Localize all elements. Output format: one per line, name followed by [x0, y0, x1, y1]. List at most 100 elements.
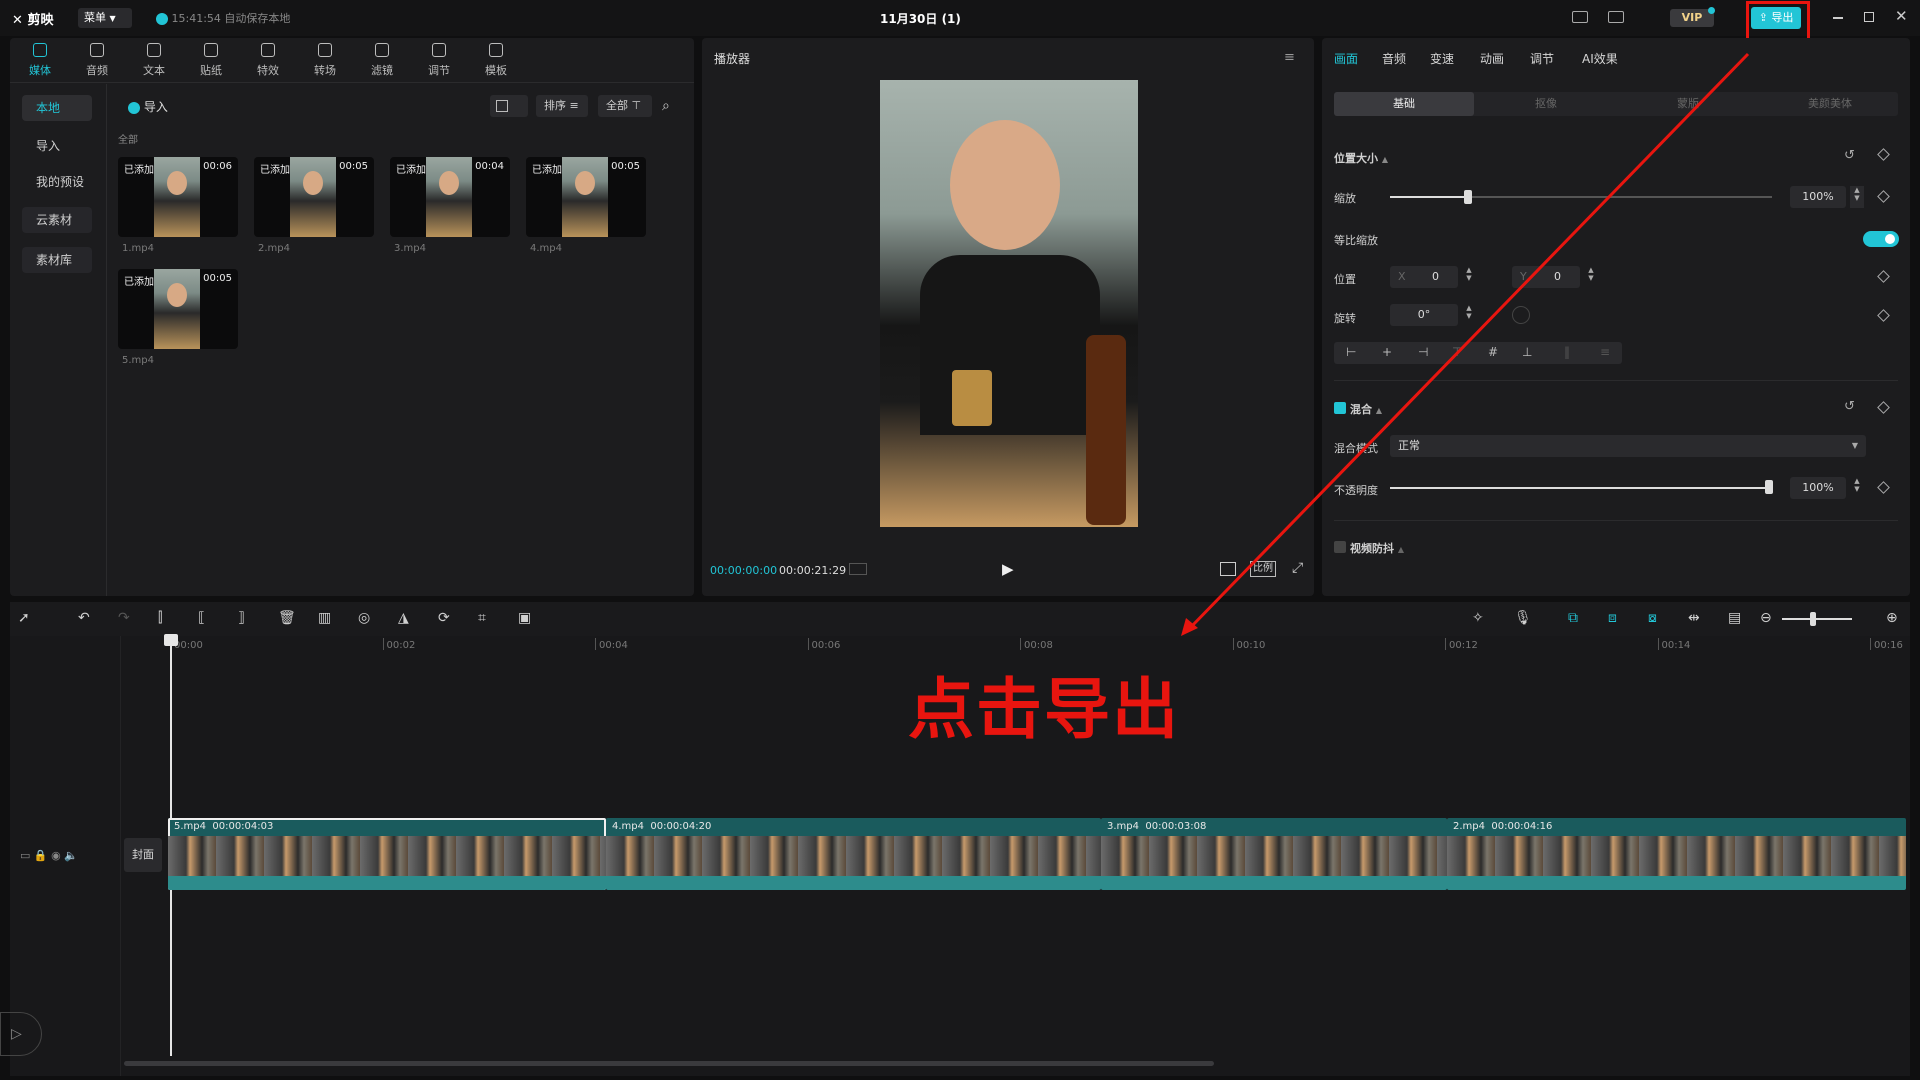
picture-icon[interactable]: ▣	[518, 610, 531, 628]
player-menu-icon[interactable]: ≡	[1284, 50, 1295, 65]
align-center-v-icon[interactable]: #	[1488, 345, 1498, 359]
tab-media[interactable]: 媒体	[12, 40, 68, 80]
freeze-icon[interactable]: ▥	[318, 610, 331, 628]
timeline-clip[interactable]: 5.mp4 00:00:04:03	[168, 818, 606, 890]
zoom-slider[interactable]	[1782, 618, 1852, 620]
waveform-icon[interactable]	[849, 563, 867, 575]
layout-icon[interactable]	[1608, 11, 1624, 23]
ratio-button[interactable]: 比例	[1250, 561, 1276, 577]
minimize-icon[interactable]	[1833, 17, 1843, 19]
tab-effects[interactable]: 特效	[240, 40, 296, 80]
scale-slider-thumb[interactable]	[1464, 190, 1472, 204]
align-bottom-icon[interactable]: ⊥	[1522, 345, 1532, 359]
split-icon[interactable]: ⫿	[158, 610, 162, 628]
props-tab[interactable]: AI效果	[1582, 50, 1618, 67]
subtitle-icon[interactable]: ▤	[1728, 610, 1741, 628]
import-button[interactable]: 导入	[128, 98, 168, 115]
position-y-field[interactable]: Y0	[1512, 266, 1580, 288]
zoom-fit-icon[interactable]	[1220, 562, 1236, 576]
opacity-slider-thumb[interactable]	[1765, 480, 1773, 494]
timeline-clip[interactable]: 3.mp4 00:00:03:08	[1101, 818, 1447, 890]
sidebar-item-library[interactable]: 素材库	[22, 247, 92, 273]
align-left-icon[interactable]: ⊢	[1346, 345, 1356, 359]
stabilize-checkbox[interactable]	[1334, 541, 1346, 553]
rotate-stepper[interactable]: ▲ ▼	[1462, 304, 1476, 326]
props-subtab[interactable]: 基础	[1334, 92, 1474, 116]
tab-text[interactable]: 文本	[126, 40, 182, 80]
media-item[interactable]: 已添加 00:04	[390, 157, 510, 237]
microphone-icon[interactable]: 🎙	[1514, 610, 1532, 628]
split-left-icon[interactable]: ⟦	[198, 610, 205, 628]
ai-effect-icon[interactable]: ✧	[1472, 610, 1484, 628]
restore-icon[interactable]	[1864, 12, 1874, 22]
blend-checkbox[interactable]	[1334, 402, 1346, 414]
link-icon[interactable]: ⧉	[1568, 610, 1578, 628]
rotate-field[interactable]: 0°	[1390, 304, 1458, 326]
volume-icon[interactable]: 🔈	[64, 849, 78, 862]
opacity-input[interactable]: 100%	[1790, 477, 1846, 499]
zoom-in-icon[interactable]: ⊕	[1886, 610, 1898, 628]
opacity-stepper[interactable]: ▲ ▼	[1850, 477, 1864, 499]
distribute-v-icon[interactable]: ≡	[1600, 345, 1610, 359]
video-preview[interactable]	[880, 80, 1138, 527]
media-item[interactable]: 已添加 00:05	[118, 269, 238, 349]
scale-input[interactable]: 100%	[1790, 186, 1846, 208]
media-item[interactable]: 已添加 00:05	[526, 157, 646, 237]
props-tab[interactable]: 音频	[1382, 50, 1406, 67]
position-y-stepper[interactable]: ▲ ▼	[1584, 266, 1598, 288]
keyboard-icon[interactable]	[1572, 11, 1588, 23]
align-right-icon[interactable]: ⊣	[1418, 345, 1428, 359]
rotate-icon[interactable]: ⟳	[438, 610, 450, 628]
sort-button[interactable]: 排序 ≡	[536, 95, 588, 117]
sidebar-item-import[interactable]: 导入	[22, 133, 92, 159]
blend-mode-select[interactable]: 正常 ▼	[1390, 435, 1866, 457]
reset-icon[interactable]: ↺	[1844, 399, 1855, 414]
timeline-clip[interactable]: 2.mp4 00:00:04:16	[1447, 818, 1906, 890]
zoom-slider-thumb[interactable]	[1810, 612, 1816, 626]
props-tab[interactable]: 画面	[1334, 50, 1358, 67]
cover-button[interactable]: 封面	[124, 838, 162, 872]
close-icon[interactable]: ✕	[1895, 7, 1908, 25]
align-top-icon[interactable]: ⊤	[1452, 345, 1462, 359]
tab-filter[interactable]: 滤镜	[354, 40, 410, 80]
tab-transition[interactable]: 转场	[297, 40, 353, 80]
align-center-h-icon[interactable]: +	[1382, 345, 1392, 359]
crop-icon[interactable]: ⌗	[478, 610, 486, 628]
lock-icon[interactable]: 🔒	[34, 849, 48, 862]
split-track-icon[interactable]: ⇹	[1688, 610, 1700, 628]
select-tool-icon[interactable]: ➚	[18, 610, 30, 628]
search-icon[interactable]: ⌕	[662, 98, 670, 114]
uniform-scale-toggle[interactable]	[1863, 231, 1899, 247]
playhead-handle[interactable]	[164, 634, 178, 646]
delete-icon[interactable]: 🗑	[278, 610, 296, 628]
menu-button[interactable]: 菜单 ▼	[78, 8, 132, 28]
opacity-slider[interactable]	[1390, 487, 1770, 489]
tab-template[interactable]: 模板	[468, 40, 524, 80]
zoom-out-icon[interactable]: ⊖	[1760, 610, 1772, 628]
position-x-stepper[interactable]: ▲ ▼	[1462, 266, 1476, 288]
props-subtab[interactable]: 抠像	[1476, 92, 1616, 116]
media-item[interactable]: 已添加 00:05	[254, 157, 374, 237]
reset-icon[interactable]: ↺	[1844, 148, 1855, 163]
props-tab[interactable]: 变速	[1430, 50, 1454, 67]
timeline-clip[interactable]: 4.mp4 00:00:04:20	[606, 818, 1101, 890]
tab-audio[interactable]: 音频	[69, 40, 125, 80]
filter-button[interactable]: 全部 ⊤	[598, 95, 652, 117]
rotate-dial[interactable]	[1512, 306, 1530, 324]
mirror-icon[interactable]: ◮	[398, 610, 409, 628]
tab-sticker[interactable]: 贴纸	[183, 40, 239, 80]
view-toggle-button[interactable]	[490, 95, 528, 117]
sidebar-item-presets[interactable]: 我的预设	[22, 169, 92, 195]
props-tab[interactable]: 调节	[1530, 50, 1554, 67]
preview-axis-icon[interactable]: ⧇	[1648, 610, 1657, 628]
props-subtab[interactable]: 蒙版	[1618, 92, 1758, 116]
reverse-icon[interactable]: ◎	[358, 610, 370, 628]
split-right-icon[interactable]: ⟧	[238, 610, 245, 628]
play-icon[interactable]: ▶	[1002, 560, 1014, 578]
eye-icon[interactable]: ◉	[51, 849, 61, 862]
scale-stepper[interactable]: ▲ ▼	[1850, 186, 1864, 208]
undo-icon[interactable]: ↶	[78, 610, 90, 628]
fullscreen-icon[interactable]: ⤢	[1292, 560, 1303, 576]
props-subtab[interactable]: 美颜美体	[1760, 92, 1900, 116]
expand-panel-icon[interactable]: ▷	[0, 1012, 42, 1056]
